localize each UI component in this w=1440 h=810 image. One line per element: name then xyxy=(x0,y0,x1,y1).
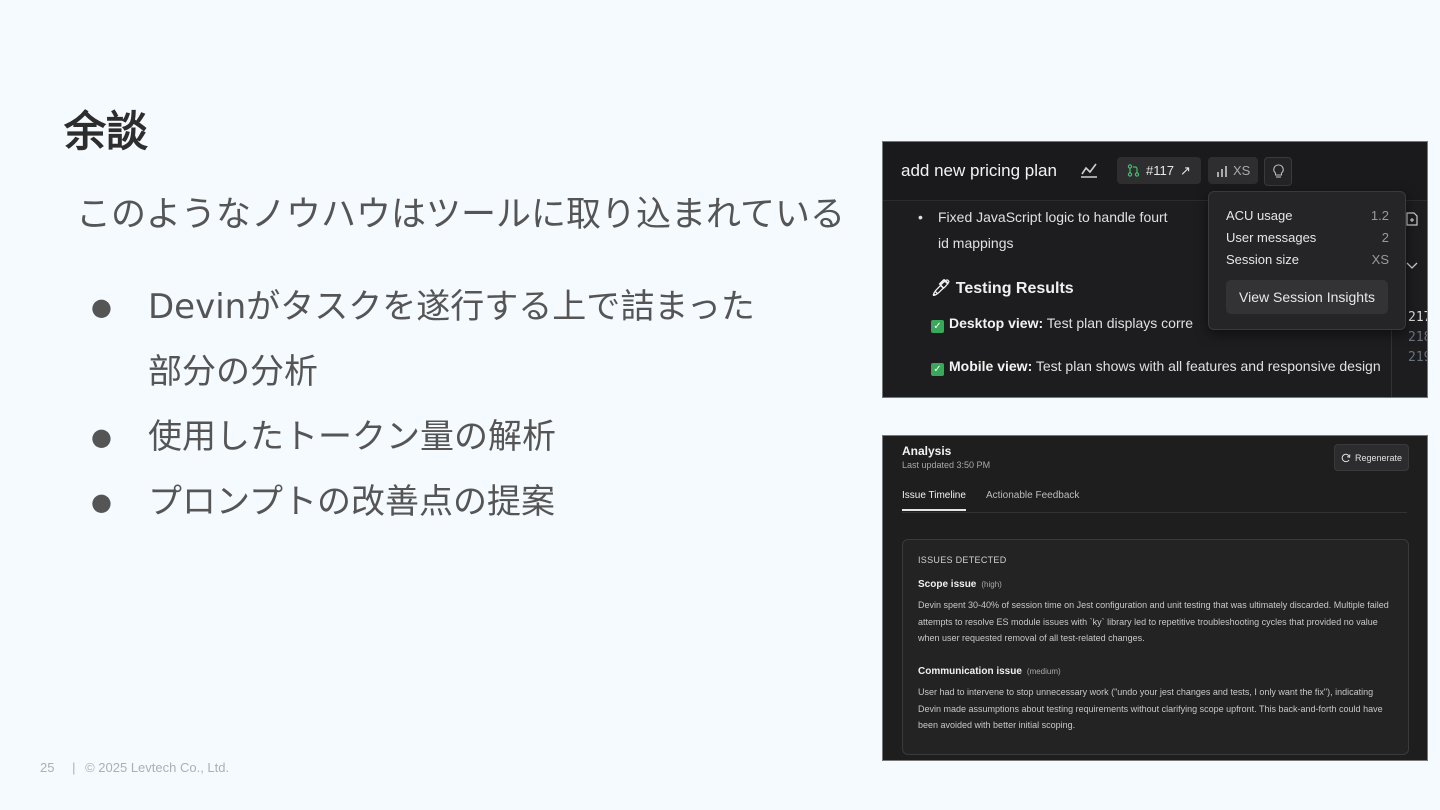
fix-item-line1: Fixed JavaScript logic to handle fourt xyxy=(938,209,1168,225)
session-stats-popover: ACU usage 1.2 User messages 2 Session si… xyxy=(1208,191,1406,330)
tab-issue-timeline[interactable]: Issue Timeline xyxy=(902,490,966,511)
issue-name: Communication issue xyxy=(918,666,1022,677)
git-pull-request-icon xyxy=(1127,164,1140,177)
issues-heading: ISSUES DETECTED xyxy=(918,555,1007,565)
tab-actionable-feedback[interactable]: Actionable Feedback xyxy=(986,490,1079,509)
issue-description: User had to intervene to stop unnecessar… xyxy=(918,687,1383,730)
view-session-insights-button[interactable]: View Session Insights xyxy=(1226,280,1388,314)
bullet-list: ● Devinがタスクを遂行する上で詰まった 部分の分析 ● 使用したトークン量… xyxy=(88,275,808,535)
acu-usage-row: ACU usage 1.2 xyxy=(1226,208,1389,223)
file-icon[interactable] xyxy=(1406,212,1418,226)
bullet-dot: ● xyxy=(91,488,112,516)
severity-badge: (medium) xyxy=(1026,667,1061,676)
session-title: add new pricing plan xyxy=(901,161,1057,180)
slide-title: 余談 xyxy=(64,107,149,156)
chart-icon[interactable] xyxy=(1079,160,1099,180)
pr-number: #117 xyxy=(1146,163,1174,178)
copyright: © 2025 Levtech Co., Ltd. xyxy=(85,760,230,775)
slide-footer: 25 | © 2025 Levtech Co., Ltd. xyxy=(40,760,229,775)
testing-results-heading: 🖊 Testing Results xyxy=(931,280,1074,297)
footer-separator: | xyxy=(72,760,76,775)
pr-link-button[interactable]: #117 ↗ xyxy=(1117,157,1201,184)
stat-value: 2 xyxy=(1381,230,1389,245)
bar-chart-icon xyxy=(1217,165,1227,177)
bullet-text-cont: 部分の分析 xyxy=(148,352,318,392)
user-messages-row: User messages 2 xyxy=(1226,230,1389,245)
result-mobile: ✓ Mobile view: Test plan shows with all f… xyxy=(931,353,1381,379)
result-label: Mobile view: xyxy=(949,358,1033,374)
analysis-screenshot: Analysis Last updated 3:50 PM Regenerate… xyxy=(882,435,1428,761)
analysis-tabs: Issue Timeline Actionable Feedback xyxy=(902,488,1407,513)
regenerate-label: Regenerate xyxy=(1354,452,1403,463)
bullet-text: 使用したトークン量の解析 xyxy=(148,417,556,457)
chevron-down-icon[interactable] xyxy=(1406,262,1418,270)
refresh-icon xyxy=(1341,453,1351,462)
last-updated: Last updated 3:50 PM xyxy=(902,460,991,470)
stat-value: XS xyxy=(1371,252,1389,267)
bullet-dot: • xyxy=(918,209,923,225)
bullet-item: ● 使用したトークン量の解析 xyxy=(88,405,808,470)
issues-card: ISSUES DETECTED Scope issue (high) Devin … xyxy=(902,539,1409,755)
fix-item-line2: id mappings xyxy=(938,235,1014,251)
page-number: 25 xyxy=(40,760,55,775)
slide-subtitle: このようなノウハウはツールに取り込まれている xyxy=(76,195,845,235)
result-label: Desktop view: xyxy=(949,315,1044,331)
lightbulb-icon xyxy=(1272,164,1284,178)
stat-label: Session size xyxy=(1226,252,1299,267)
line-numbers: 217 218 219 xyxy=(1408,308,1427,368)
issue-description: Devin spent 30-40% of session time on Je… xyxy=(918,600,1389,643)
bullet-dot: ● xyxy=(91,293,112,321)
severity-badge: (high) xyxy=(981,580,1002,589)
line-number: 217 xyxy=(1408,310,1427,325)
bullet-item: ● プロンプトの改善点の提案 xyxy=(88,470,808,535)
bullet-text: プロンプトの改善点の提案 xyxy=(148,482,555,522)
stat-label: User messages xyxy=(1226,230,1317,245)
list-item: • Fixed JavaScript logic to handle fourt… xyxy=(918,204,1238,256)
stat-label: ACU usage xyxy=(1226,208,1293,223)
issue-title: Scope issue (high) xyxy=(918,579,1002,590)
session-size-row: Session size XS xyxy=(1226,252,1389,267)
size-label: XS xyxy=(1233,163,1251,178)
insights-button[interactable] xyxy=(1264,157,1292,186)
analysis-title: Analysis xyxy=(902,444,952,458)
session-screenshot: add new pricing plan #117 ↗ XS • Fixed J… xyxy=(882,141,1428,398)
result-text: Test plan displays corre xyxy=(1043,315,1194,331)
line-number: 219 xyxy=(1408,350,1427,365)
session-size-button[interactable]: XS xyxy=(1208,157,1259,184)
bullet-dot: ● xyxy=(91,423,112,451)
result-text: Test plan shows with all features and re… xyxy=(1032,358,1381,374)
checkmark-icon: ✓ xyxy=(931,320,944,333)
external-link-icon: ↗ xyxy=(1179,162,1191,178)
line-number: 218 xyxy=(1408,330,1427,345)
bullet-text: Devinがタスクを遂行する上で詰まった xyxy=(148,287,755,327)
regenerate-button[interactable]: Regenerate xyxy=(1334,444,1409,471)
checkmark-icon: ✓ xyxy=(931,363,944,376)
bullet-item: ● Devinがタスクを遂行する上で詰まった 部分の分析 xyxy=(88,275,808,405)
issue-name: Scope issue xyxy=(918,579,977,590)
issue-title: Communication issue (medium) xyxy=(918,666,1061,677)
stat-value: 1.2 xyxy=(1370,208,1389,223)
